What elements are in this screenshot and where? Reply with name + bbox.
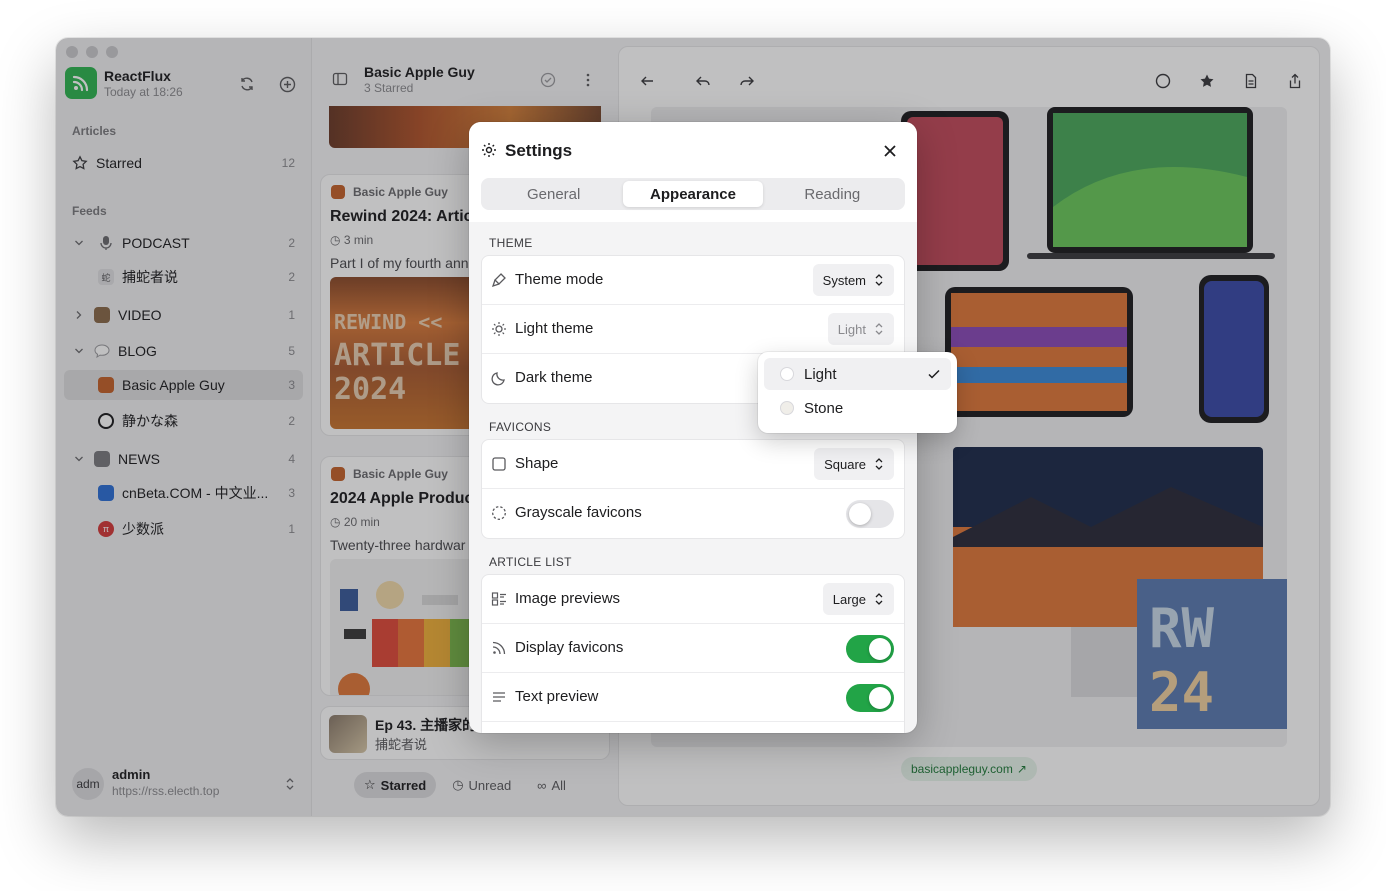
paintbrush-icon (491, 273, 506, 288)
theme-mode-label: Theme mode (515, 271, 604, 288)
light-swatch-icon (780, 367, 794, 381)
grayscale-toggle[interactable] (846, 500, 894, 528)
image-previews-row: Image previews Large (482, 575, 904, 624)
grayscale-row: Grayscale favicons (482, 489, 904, 538)
tab-general[interactable]: General (484, 181, 623, 207)
shape-select[interactable]: Square (814, 448, 894, 480)
theme-mode-select[interactable]: System (812, 264, 894, 296)
shape-row: Shape Square (482, 440, 904, 489)
text-preview-toggle[interactable] (846, 684, 894, 712)
shape-label: Shape (515, 455, 559, 472)
settings-header: Settings General Appearance Reading (469, 122, 917, 222)
close-icon[interactable] (881, 142, 899, 160)
tab-appearance[interactable]: Appearance (623, 181, 763, 207)
theme-option-stone[interactable]: Stone (764, 392, 951, 424)
display-favicons-row: Display favicons (482, 624, 904, 673)
image-previews-select[interactable]: Large (822, 583, 894, 615)
grayscale-label: Grayscale favicons (515, 504, 642, 521)
tab-reading[interactable]: Reading (763, 181, 902, 207)
light-theme-label: Light theme (515, 320, 594, 337)
gear-icon (482, 143, 496, 157)
square-icon (492, 457, 506, 471)
dark-theme-label: Dark theme (515, 369, 593, 386)
article-list-section-label: ARTICLE LIST (489, 555, 572, 569)
moon-icon (491, 372, 505, 386)
settings-tabs: General Appearance Reading (481, 178, 905, 210)
dark-theme-dropdown: Light Stone (758, 352, 957, 433)
sun-icon (492, 322, 506, 336)
light-theme-select[interactable]: Light (827, 313, 894, 345)
text-lines-icon (493, 692, 505, 702)
chevron-up-down-icon (875, 593, 883, 605)
dashed-circle-icon (492, 506, 506, 520)
chevron-up-down-icon (875, 274, 883, 286)
chevron-up-down-icon (875, 458, 883, 470)
favicons-settings-group: Shape Square Grayscale favicons (481, 439, 905, 539)
display-favicons-label: Display favicons (515, 639, 624, 656)
list-image-icon (491, 592, 506, 606)
article-list-settings-group: Image previews Large Display favicons Te… (481, 574, 905, 733)
text-preview-label: Text preview (515, 688, 599, 705)
image-previews-label: Image previews (515, 590, 621, 607)
display-favicons-toggle[interactable] (846, 635, 894, 663)
theme-section-label: THEME (489, 236, 533, 250)
next-setting-row (482, 722, 904, 733)
stone-swatch-icon (780, 401, 794, 415)
chevron-up-down-icon (875, 323, 883, 335)
checkmark-icon (928, 369, 940, 379)
theme-mode-row: Theme mode System (482, 256, 904, 305)
settings-title: Settings (505, 141, 573, 160)
theme-option-light[interactable]: Light (764, 358, 951, 390)
rss-icon (492, 641, 506, 655)
light-theme-row: Light theme Light (482, 305, 904, 354)
favicons-section-label: FAVICONS (489, 420, 552, 434)
text-preview-row: Text preview (482, 673, 904, 722)
